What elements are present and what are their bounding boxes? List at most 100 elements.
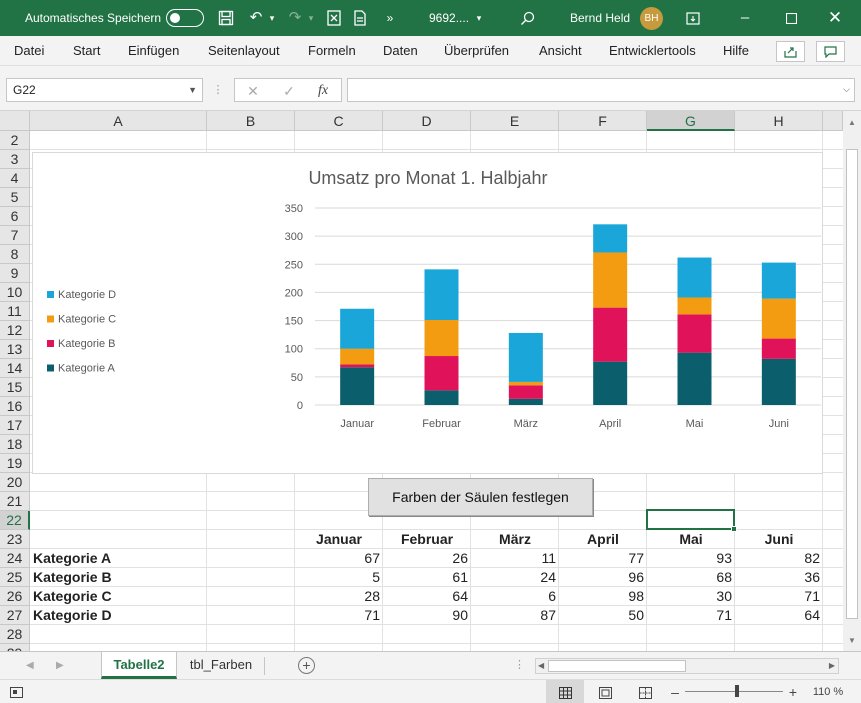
name-box[interactable]: G22 ▼ <box>6 78 203 102</box>
value-cell[interactable]: 71 <box>295 606 383 625</box>
month-header-cell[interactable]: März <box>471 530 559 549</box>
selected-cell-g22[interactable] <box>646 509 737 532</box>
comments-button[interactable] <box>816 41 845 62</box>
horizontal-scrollbar[interactable]: ◀ ▶ <box>535 658 839 674</box>
document-icon[interactable] <box>350 0 370 36</box>
normal-view-icon[interactable] <box>556 682 574 702</box>
insert-function-icon[interactable]: fx <box>311 79 335 103</box>
value-cell[interactable]: 26 <box>383 549 471 568</box>
chevron-down-icon[interactable]: ▼ <box>188 79 197 101</box>
category-label-cell[interactable]: Kategorie D <box>30 606 207 625</box>
scroll-left-icon[interactable]: ◀ <box>538 659 544 673</box>
horizontal-scroll-thumb[interactable] <box>548 660 686 672</box>
autosave-toggle[interactable] <box>166 9 204 27</box>
menu-page-layout[interactable]: Seitenlayout <box>208 36 280 66</box>
month-header-cell[interactable]: Mai <box>647 530 735 549</box>
value-cell[interactable]: 82 <box>735 549 823 568</box>
fill-handle[interactable] <box>731 526 737 532</box>
zoom-out-icon[interactable]: – <box>668 682 682 702</box>
menu-data[interactable]: Daten <box>383 36 418 66</box>
user-name[interactable]: Bernd Held <box>570 0 630 36</box>
maximize-icon[interactable] <box>778 0 804 36</box>
zoom-in-icon[interactable]: + <box>786 682 800 702</box>
value-cell[interactable]: 11 <box>471 549 559 568</box>
macro-record-icon[interactable] <box>8 682 24 702</box>
category-label-cell[interactable]: Kategorie B <box>30 568 207 587</box>
next-sheet-icon[interactable]: ▶ <box>56 652 64 679</box>
undo-dropdown-icon[interactable]: ▾ <box>266 0 278 36</box>
vertical-scrollbar[interactable]: ▲ ▼ <box>843 111 861 651</box>
value-cell[interactable]: 6 <box>471 587 559 606</box>
value-cell[interactable]: 96 <box>559 568 647 587</box>
value-cell[interactable]: 64 <box>383 587 471 606</box>
scroll-right-icon[interactable]: ▶ <box>829 659 835 673</box>
value-cell[interactable]: 30 <box>647 587 735 606</box>
value-cell[interactable]: 67 <box>295 549 383 568</box>
value-cell[interactable]: 87 <box>471 606 559 625</box>
stacked-column-chart[interactable]: Umsatz pro Monat 1. Halbjahr 0 50 100 150 200… <box>32 152 823 474</box>
value-cell[interactable]: 24 <box>471 568 559 587</box>
excel-file-icon[interactable] <box>324 0 344 36</box>
sheet-tab-tbl-farben[interactable]: tbl_Farben <box>179 652 263 679</box>
avatar[interactable]: BH <box>640 7 663 30</box>
month-header-cell[interactable]: Juni <box>735 530 823 549</box>
category-label-cell[interactable]: Kategorie A <box>30 549 207 568</box>
zoom-slider-thumb[interactable] <box>735 685 739 697</box>
undo-icon[interactable]: ↶ <box>246 0 266 36</box>
search-icon[interactable] <box>516 0 538 36</box>
redo-dropdown-icon[interactable]: ▾ <box>305 0 317 36</box>
spreadsheet-grid[interactable]: ABCDEFGH 2 3 4 5 6 7 8 9 10 11 12 13 14 15 16 17 18 19 20 2… <box>0 111 843 651</box>
zoom-level[interactable]: 110 % <box>808 682 848 702</box>
filename-dropdown-icon[interactable]: ▾ <box>473 0 485 36</box>
redo-icon[interactable]: ↷ <box>285 0 305 36</box>
menu-home[interactable]: Start <box>73 36 100 66</box>
category-label-cell[interactable]: Kategorie C <box>30 587 207 606</box>
menu-developer[interactable]: Entwicklertools <box>609 36 696 66</box>
set-column-colors-button[interactable]: Farben der Säulen festlegen <box>368 478 593 516</box>
sheet-tab-tabelle2[interactable]: Tabelle2 <box>101 652 177 679</box>
share-button[interactable] <box>776 41 805 62</box>
value-cell[interactable]: 61 <box>383 568 471 587</box>
scroll-down-icon[interactable]: ▼ <box>843 633 861 649</box>
save-icon[interactable] <box>214 0 238 36</box>
menu-insert[interactable]: Einfügen <box>128 36 179 66</box>
menu-review[interactable]: Überprüfen <box>444 36 509 66</box>
menu-formulas[interactable]: Formeln <box>308 36 356 66</box>
value-cell[interactable]: 5 <box>295 568 383 587</box>
cancel-icon[interactable]: ✕ <box>241 79 265 103</box>
enter-icon[interactable]: ✓ <box>277 79 301 103</box>
menu-file[interactable]: Datei <box>14 36 44 66</box>
scroll-up-icon[interactable]: ▲ <box>843 115 861 131</box>
vertical-scroll-thumb[interactable] <box>846 149 858 619</box>
formula-input[interactable]: ⌵ <box>347 78 855 102</box>
value-cell[interactable]: 90 <box>383 606 471 625</box>
value-cell[interactable]: 98 <box>559 587 647 606</box>
value-cell[interactable]: 71 <box>735 587 823 606</box>
month-header-cell[interactable]: Februar <box>383 530 471 549</box>
file-name[interactable]: 9692.... <box>429 0 469 36</box>
add-sheet-icon[interactable]: + <box>298 657 315 674</box>
ribbon-display-icon[interactable] <box>680 0 706 36</box>
tab-splitter-icon[interactable]: ⋮ <box>514 652 525 679</box>
prev-sheet-icon[interactable]: ◀ <box>26 652 34 679</box>
page-layout-view-icon[interactable] <box>596 682 614 702</box>
value-cell[interactable]: 77 <box>559 549 647 568</box>
value-cell[interactable]: 28 <box>295 587 383 606</box>
minimize-icon[interactable]: – <box>732 0 758 36</box>
expand-formula-icon[interactable]: ⌵ <box>843 84 850 95</box>
page-break-view-icon[interactable] <box>636 682 654 702</box>
menu-view[interactable]: Ansicht <box>539 36 582 66</box>
close-icon[interactable]: ✕ <box>822 0 848 36</box>
menu-help[interactable]: Hilfe <box>723 36 749 66</box>
more-commands-icon[interactable]: » <box>380 0 400 36</box>
value-cell[interactable]: 68 <box>647 568 735 587</box>
value-cell[interactable]: 50 <box>559 606 647 625</box>
value-cell[interactable]: 71 <box>647 606 735 625</box>
value-cell[interactable]: 64 <box>735 606 823 625</box>
month-header-cell[interactable]: Januar <box>295 530 383 549</box>
value-cell[interactable]: 93 <box>647 549 735 568</box>
month-header-cell[interactable]: April <box>559 530 647 549</box>
value-cell[interactable]: 36 <box>735 568 823 587</box>
y-tick-label: 350 <box>285 203 303 215</box>
zoom-slider[interactable] <box>685 685 783 697</box>
